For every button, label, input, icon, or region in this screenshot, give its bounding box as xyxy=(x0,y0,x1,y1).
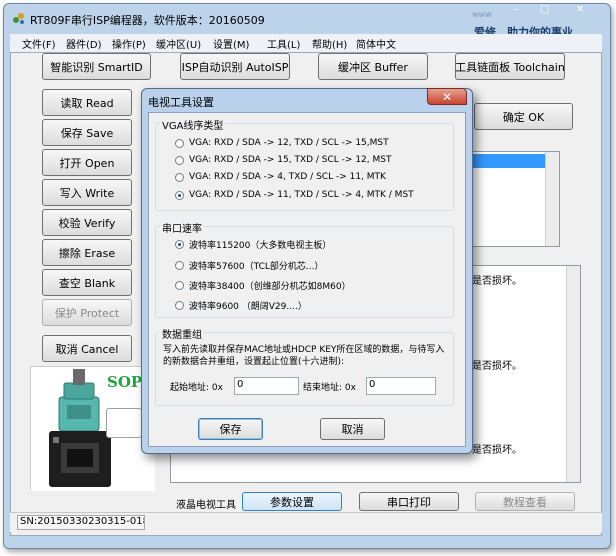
data-group-description: 写入前先读取并保存MAC地址或HDCP KEY所在区域的数据，与待写入的新数据合… xyxy=(163,345,445,367)
minimize-icon[interactable]: – xyxy=(514,4,519,18)
device-list-selected-row[interactable] xyxy=(471,154,547,168)
close-icon[interactable]: ✕ xyxy=(576,4,584,18)
window-title: RT809F串行ISP编程器，软件版本：20160509 xyxy=(30,14,265,27)
radio-icon[interactable] xyxy=(175,281,184,290)
radio-icon[interactable] xyxy=(175,172,184,182)
baud-option-38400[interactable]: 波特率38400（创维部分机芯如8M60） xyxy=(175,279,351,292)
menu-language[interactable]: 简体中文 xyxy=(356,36,396,51)
log-line: 是否损坏。 xyxy=(472,361,522,372)
radio-selected-icon[interactable] xyxy=(175,240,184,249)
lcd-tools-label: 液晶电视工具 xyxy=(176,500,236,511)
baud-option-9600[interactable]: 波特率9600 （朗阔V29....） xyxy=(175,299,307,312)
log-scrollbar[interactable] xyxy=(566,266,580,482)
app-icon xyxy=(12,11,26,25)
tutorial-tab: 教程查看 xyxy=(475,492,575,511)
log-line: 是否损坏。 xyxy=(472,445,522,456)
radio-icon[interactable] xyxy=(175,301,184,310)
confirm-ok-button[interactable]: 确定 OK xyxy=(474,103,573,130)
vga-option-3[interactable]: VGA: RXD / SDA -> 4, TXD / SCL -> 11, MT… xyxy=(175,172,386,182)
read-button[interactable]: 读取 Read xyxy=(42,89,132,116)
device-list[interactable] xyxy=(470,151,560,247)
menu-device[interactable]: 器件(D) xyxy=(66,36,102,51)
maximize-icon[interactable]: □ xyxy=(540,4,549,18)
dialog-title: 电视工具设置 xyxy=(148,96,214,109)
watermark-logo: www xyxy=(470,7,510,19)
menu-tools[interactable]: 工具(L) xyxy=(267,36,300,51)
menu-operate[interactable]: 操作(P) xyxy=(112,36,146,51)
baud-group-title: 串口速率 xyxy=(160,220,204,235)
vga-option-1[interactable]: VGA: RXD / SDA -> 12, TXD / SCL -> 15,MS… xyxy=(175,138,389,148)
blank-button[interactable]: 查空 Blank xyxy=(42,269,132,296)
end-address-input[interactable]: 0 xyxy=(366,377,436,395)
radio-icon[interactable] xyxy=(175,155,184,165)
dialog-save-button[interactable]: 保存 xyxy=(198,418,263,440)
menu-help[interactable]: 帮助(H) xyxy=(312,36,347,51)
serial-number: SN:20150330230315-0188 xyxy=(17,515,145,530)
open-button[interactable]: 打开 Open xyxy=(42,149,132,176)
svg-text:www: www xyxy=(472,10,492,19)
smart-id-button[interactable]: 智能识别 SmartID xyxy=(42,53,151,80)
buffer-button[interactable]: 缓冲区 Buffer xyxy=(318,53,428,80)
data-group-title: 数据重组 xyxy=(160,326,204,341)
toolchain-button[interactable]: 工具链面板 Toolchain xyxy=(455,53,565,80)
device-list-scrollbar[interactable] xyxy=(545,152,559,246)
baud-option-57600[interactable]: 波特率57600（TCL部分机芯...） xyxy=(175,259,323,272)
start-address-input[interactable]: 0 xyxy=(234,377,299,395)
protect-button: 保护 Protect xyxy=(42,299,132,326)
menu-bar: 文件(F) 器件(D) 操作(P) 缓冲区(U) 设置(M) 工具(L) 帮助(… xyxy=(10,34,602,52)
param-settings-tab[interactable]: 参数设置 xyxy=(242,492,342,511)
write-button[interactable]: 写入 Write xyxy=(42,179,132,206)
radio-icon[interactable] xyxy=(175,261,184,270)
save-button[interactable]: 保存 Save xyxy=(42,119,132,146)
radio-icon[interactable] xyxy=(175,138,184,148)
log-line: 是否损坏。 xyxy=(472,276,522,287)
cancel-op-button[interactable]: 取消 Cancel xyxy=(42,335,132,362)
dialog-close-icon[interactable]: ✕ xyxy=(427,88,467,105)
dialog-cancel-button[interactable]: 取消 xyxy=(320,418,385,440)
verify-button[interactable]: 校验 Verify xyxy=(42,209,132,236)
vga-option-4[interactable]: VGA: RXD / SDA -> 11, TXD / SCL -> 4, MT… xyxy=(175,190,414,200)
vga-group-title: VGA线序类型 xyxy=(160,117,226,132)
radio-selected-icon[interactable] xyxy=(175,190,184,200)
auto-isp-button[interactable]: ISP自动识别 AutoISP xyxy=(180,53,290,80)
chip-diagram xyxy=(106,408,142,438)
start-address-label: 起始地址: 0x xyxy=(170,383,223,393)
baud-option-115200[interactable]: 波特率115200（大多数电视主板） xyxy=(175,238,331,251)
erase-button[interactable]: 擦除 Erase xyxy=(42,239,132,266)
serial-print-tab[interactable]: 串口打印 xyxy=(359,492,459,511)
end-address-label: 结束地址: 0x xyxy=(303,383,356,393)
menu-file[interactable]: 文件(F) xyxy=(22,36,56,51)
vga-option-2[interactable]: VGA: RXD / SDA -> 15, TXD / SCL -> 12, M… xyxy=(175,155,391,165)
menu-buffer[interactable]: 缓冲区(U) xyxy=(156,36,201,51)
menu-settings[interactable]: 设置(M) xyxy=(213,36,249,51)
